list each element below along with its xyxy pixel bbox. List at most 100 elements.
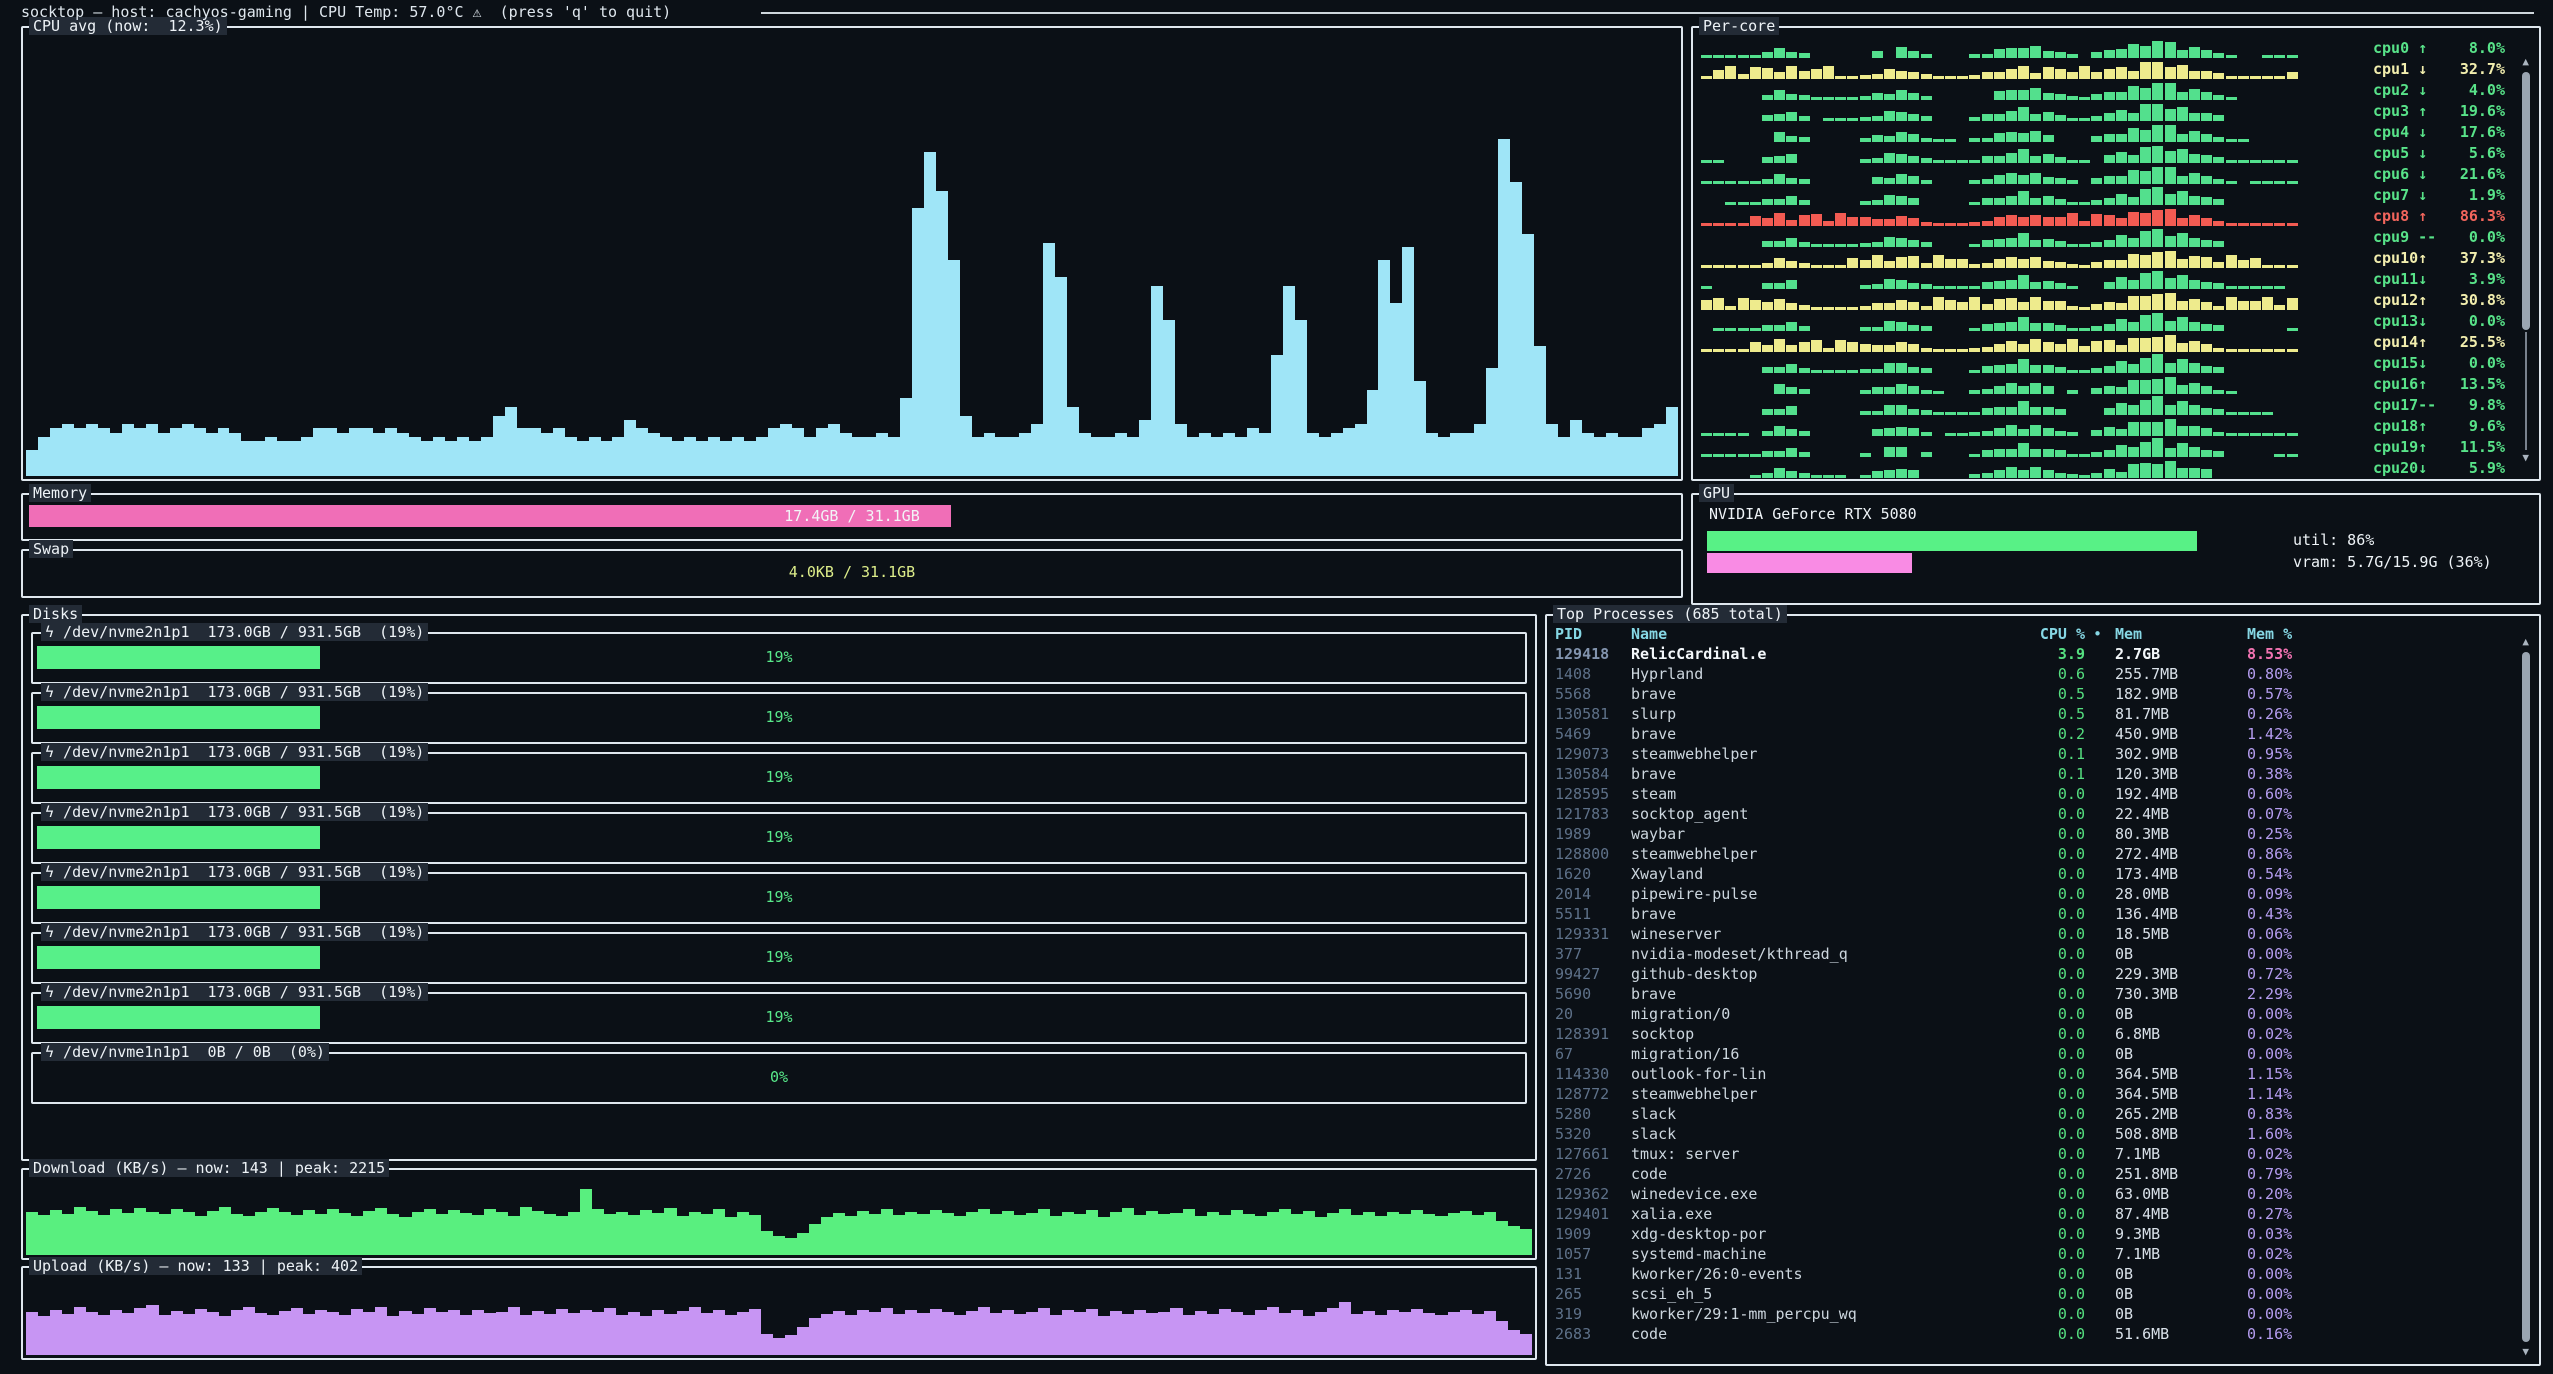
per-core-scroll-down-icon[interactable]: ▼ [2522,452,2529,464]
process-row[interactable]: 131kworker/26:0-events0.00B0.00% [1547,1264,2539,1284]
graph-bar [1139,420,1151,476]
process-row[interactable]: 377nvidia-modeset/kthread_q0.00B0.00% [1547,944,2539,964]
process-cpu: 0.1 [1959,744,2085,764]
per-core-scrollbar-track[interactable] [2525,332,2527,450]
graph-bar [1510,182,1522,476]
graph-bar [255,1313,267,1355]
core-row: cpu4 ↓17.6% [1701,122,2531,143]
col-mem[interactable]: Mem [2115,624,2247,644]
core-label: cpu6 ↓21.6% [2373,165,2505,183]
core-sparkline [1701,395,2301,416]
process-row[interactable]: 128391socktop0.06.8MB0.02% [1547,1024,2539,1044]
graph-bar [821,1314,833,1355]
process-mem: 182.9MB [2115,684,2247,704]
process-row[interactable]: 128800steamwebhelper0.0272.4MB0.86% [1547,844,2539,864]
process-row[interactable]: 129418RelicCardinal.e3.92.7GB8.53% [1547,644,2539,664]
graph-bar [616,1315,628,1355]
graph-bar [821,1217,833,1255]
process-pid: 2683 [1547,1324,1631,1344]
graph-bar [725,1217,737,1255]
core-row: cpu14↑25.5% [1701,332,2531,353]
process-row[interactable]: 130581slurp0.581.7MB0.26% [1547,704,2539,724]
process-row[interactable]: 129401xalia.exe0.087.4MB0.27% [1547,1204,2539,1224]
graph-bar [303,1314,315,1355]
process-row[interactable]: 121783socktop_agent0.022.4MB0.07% [1547,804,2539,824]
upload-graph [26,1284,1532,1355]
process-row[interactable]: 1989waybar0.080.3MB0.25% [1547,824,2539,844]
graph-bar [1271,355,1283,476]
core-row: cpu2 ↓4.0% [1701,80,2531,101]
process-row[interactable]: 1909xdg-desktop-por0.09.3MB0.03% [1547,1224,2539,1244]
process-name: kworker/29:1-mm_percpu_wq [1631,1304,1959,1324]
graph-bar [604,1308,616,1355]
process-row[interactable]: 114330outlook-for-lin0.0364.5MB1.15% [1547,1064,2539,1084]
graph-bar [303,1210,315,1255]
process-pid: 319 [1547,1304,1631,1324]
process-row[interactable]: 2014pipewire-pulse0.028.0MB0.09% [1547,884,2539,904]
process-row[interactable]: 67migration/160.00B0.00% [1547,1044,2539,1064]
upload-title: Upload (KB/s) — now: 133 | peak: 402 [29,1257,362,1275]
process-row[interactable]: 2726code0.0251.8MB0.79% [1547,1164,2539,1184]
graph-bar [481,437,493,476]
process-row[interactable]: 1408Hyprland0.6255.7MB0.80% [1547,664,2539,684]
process-row[interactable]: 127661tmux: server0.07.1MB0.02% [1547,1144,2539,1164]
process-row[interactable]: 128772steamwebhelper0.0364.5MB1.14% [1547,1084,2539,1104]
graph-bar [580,1189,592,1255]
processes-scroll-up-icon[interactable]: ▲ [2522,636,2529,648]
process-row[interactable]: 5511brave0.0136.4MB0.43% [1547,904,2539,924]
graph-bar [1195,1216,1207,1255]
process-name: RelicCardinal.e [1631,644,1959,664]
process-row[interactable]: 20migration/00.00B0.00% [1547,1004,2539,1024]
process-row[interactable]: 319kworker/29:1-mm_percpu_wq0.00B0.00% [1547,1304,2539,1324]
process-row[interactable]: 1620Xwayland0.0173.4MB0.54% [1547,864,2539,884]
process-pid: 2014 [1547,884,1631,904]
process-row[interactable]: 5690brave0.0730.3MB2.29% [1547,984,2539,1004]
graph-bar [1472,1215,1484,1255]
process-row[interactable]: 5568brave0.5182.9MB0.57% [1547,684,2539,704]
processes-scrollbar-thumb[interactable] [2522,652,2530,1342]
graph-bar [677,1216,689,1255]
process-row[interactable]: 128595steam0.0192.4MB0.60% [1547,784,2539,804]
process-row[interactable]: 5469brave0.2450.9MB1.42% [1547,724,2539,744]
process-row[interactable]: 1057systemd-machine0.07.1MB0.02% [1547,1244,2539,1264]
process-row[interactable]: 5320slack0.0508.8MB1.60% [1547,1124,2539,1144]
process-cpu: 0.0 [1959,1124,2085,1144]
graph-bar [484,1313,496,1355]
core-label: cpu15↓0.0% [2373,354,2505,372]
process-row[interactable]: 265scsi_eh_50.00B0.00% [1547,1284,2539,1304]
process-cpu: 0.0 [1959,1064,2085,1084]
col-mem-percent[interactable]: Mem % [2247,624,2367,644]
graph-bar [809,1224,821,1255]
per-core-scroll-up-icon[interactable]: ▲ [2522,56,2529,68]
graph-bar [773,1236,785,1255]
process-row[interactable]: 129331wineserver0.018.5MB0.06% [1547,924,2539,944]
col-cpu[interactable]: CPU % [1959,624,2085,644]
process-row[interactable]: 2683code0.051.6MB0.16% [1547,1324,2539,1344]
core-label: cpu8 ↑86.3% [2373,207,2505,225]
cpu-history-graph [26,44,1678,476]
process-pid: 1620 [1547,864,1631,884]
process-row[interactable]: 99427github-desktop0.0229.3MB0.72% [1547,964,2539,984]
graph-bar [1267,1307,1279,1355]
graph-bar [1331,433,1343,476]
graph-bar [1606,433,1618,476]
graph-bar [1207,1212,1219,1255]
process-row[interactable]: 130584brave0.1120.3MB0.38% [1547,764,2539,784]
processes-scroll-down-icon[interactable]: ▼ [2522,1346,2529,1358]
process-pid: 5511 [1547,904,1631,924]
graph-bar [74,1207,86,1255]
graph-bar [1435,1315,1447,1355]
process-row[interactable]: 5280slack0.0265.2MB0.83% [1547,1104,2539,1124]
process-row[interactable]: 129073steamwebhelper0.1302.9MB0.95% [1547,744,2539,764]
graph-bar [1295,320,1307,476]
per-core-scrollbar-thumb[interactable] [2522,72,2530,330]
core-row: cpu6 ↓21.6% [1701,164,2531,185]
process-name: slurp [1631,704,1959,724]
core-row: cpu1 ↓32.7% [1701,59,2531,80]
process-mem: 7.1MB [2115,1144,2247,1164]
process-cpu: 0.0 [1959,1044,2085,1064]
graph-bar [363,1211,375,1255]
disks-panel: Disks ϟ /dev/nvme2n1p1 173.0GB / 931.5GB… [21,614,1537,1161]
process-row[interactable]: 129362winedevice.exe0.063.0MB0.20% [1547,1184,2539,1204]
disks-title: Disks [29,605,82,623]
